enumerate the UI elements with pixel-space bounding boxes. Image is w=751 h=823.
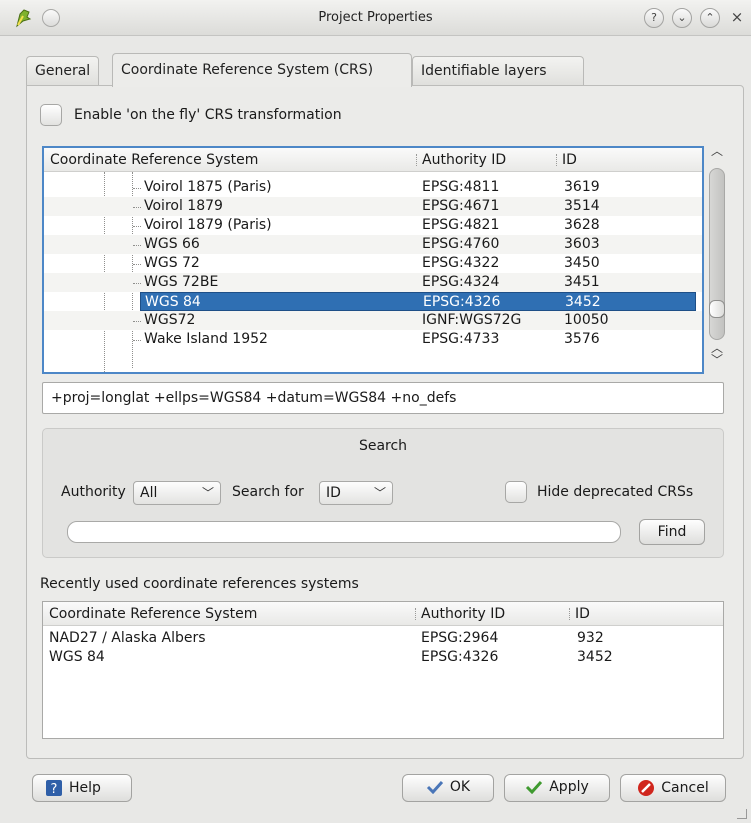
help-button[interactable]: ? Help bbox=[32, 774, 132, 802]
minimize-button[interactable]: ⌄ bbox=[672, 8, 692, 28]
maximize-button[interactable]: ⌃ bbox=[700, 8, 720, 28]
crs-row[interactable]: Voirol 1879 EPSG:4671 3514 bbox=[44, 197, 702, 216]
column-header-id[interactable]: ID bbox=[562, 152, 577, 168]
crs-row[interactable]: Wake Island 1952 EPSG:4733 3576 bbox=[44, 330, 702, 349]
search-for-label: Search for bbox=[232, 484, 304, 500]
apply-button[interactable]: Apply bbox=[504, 774, 610, 802]
otf-checkbox-label: Enable 'on the fly' CRS transformation bbox=[74, 107, 342, 123]
crs-tree-scrollbar[interactable]: ︿ ︿ ﹀ bbox=[706, 144, 728, 374]
help-icon: ? bbox=[46, 780, 62, 797]
crs-tree-header: Coordinate Reference System Authority ID… bbox=[44, 148, 702, 172]
cancel-button[interactable]: Cancel bbox=[620, 774, 726, 802]
otf-checkbox[interactable] bbox=[40, 104, 62, 126]
scroll-thumb[interactable] bbox=[709, 300, 725, 318]
search-input[interactable] bbox=[67, 521, 621, 543]
authority-label: Authority bbox=[61, 484, 126, 500]
scroll-up-icon[interactable]: ︿ bbox=[706, 142, 728, 162]
search-group: Search Authority All ﹀ Search for ID ﹀ Hid… bbox=[42, 428, 724, 558]
crs-row[interactable]: WGS 72 EPSG:4322 3450 bbox=[44, 254, 702, 273]
recent-crs-list[interactable]: Coordinate Reference System Authority ID… bbox=[42, 601, 724, 739]
search-group-title: Search bbox=[358, 438, 408, 454]
tab-identifiable-layers[interactable]: Identifiable layers bbox=[412, 56, 584, 86]
tab-crs[interactable]: Coordinate Reference System (CRS) bbox=[112, 53, 412, 87]
authority-combo[interactable]: All ﹀ bbox=[133, 481, 221, 505]
context-help-button[interactable]: ? bbox=[644, 8, 664, 28]
crs-row[interactable]: Voirol 1879 (Paris) EPSG:4821 3628 bbox=[44, 216, 702, 235]
recent-list-header: Coordinate Reference System Authority ID… bbox=[43, 602, 723, 626]
hide-deprecated-label: Hide deprecated CRSs bbox=[537, 484, 694, 500]
search-for-combo[interactable]: ID ﹀ bbox=[319, 481, 393, 505]
ok-button[interactable]: OK bbox=[402, 774, 494, 802]
close-button[interactable]: × bbox=[727, 8, 747, 28]
recent-crs-row[interactable]: WGS 84 EPSG:4326 3452 bbox=[43, 648, 723, 667]
crs-row[interactable]: WGS 72BE EPSG:4324 3451 bbox=[44, 273, 702, 292]
chevron-down-icon: ﹀ bbox=[201, 486, 214, 500]
svg-text:?: ? bbox=[51, 782, 58, 797]
recent-crs-label: Recently used coordinate references syst… bbox=[40, 576, 359, 592]
resize-grip[interactable] bbox=[737, 809, 747, 819]
window-title: Project Properties bbox=[318, 10, 433, 25]
project-properties-dialog: Project Properties ? ⌄ ⌃ × General Coord… bbox=[0, 0, 751, 823]
column-header-crs[interactable]: Coordinate Reference System bbox=[49, 606, 257, 622]
crs-row[interactable]: WGS 66 EPSG:4760 3603 bbox=[44, 235, 702, 254]
scroll-stepper-icon[interactable]: ︿ ﹀ bbox=[706, 342, 728, 366]
title-bar: Project Properties ? ⌄ ⌃ × bbox=[0, 0, 751, 36]
crs-tree[interactable]: Coordinate Reference System Authority ID… bbox=[42, 146, 704, 374]
recent-crs-row[interactable]: NAD27 / Alaska Albers EPSG:2964 932 bbox=[43, 629, 723, 648]
column-header-authority[interactable]: Authority ID bbox=[422, 152, 506, 168]
proj-string-field[interactable]: +proj=longlat +ellps=WGS84 +datum=WGS84 … bbox=[42, 382, 724, 414]
cancel-icon bbox=[638, 780, 655, 796]
crs-row-selected[interactable]: WGS 84 EPSG:4326 3452 bbox=[140, 292, 696, 311]
find-button[interactable]: Find bbox=[639, 519, 705, 545]
hide-deprecated-checkbox[interactable] bbox=[505, 481, 527, 503]
checkmark-icon bbox=[426, 780, 444, 794]
crs-row[interactable]: Voirol 1875 (Paris) EPSG:4811 3619 bbox=[44, 178, 702, 197]
column-header-authority[interactable]: Authority ID bbox=[421, 606, 505, 622]
chevron-down-icon: ﹀ bbox=[373, 486, 386, 500]
column-header-crs[interactable]: Coordinate Reference System bbox=[50, 152, 258, 168]
crs-row[interactable]: WGS72 IGNF:WGS72G 10050 bbox=[44, 311, 702, 330]
column-header-id[interactable]: ID bbox=[575, 606, 590, 622]
checkmark-icon bbox=[526, 780, 543, 794]
tab-general[interactable]: General bbox=[26, 56, 100, 86]
